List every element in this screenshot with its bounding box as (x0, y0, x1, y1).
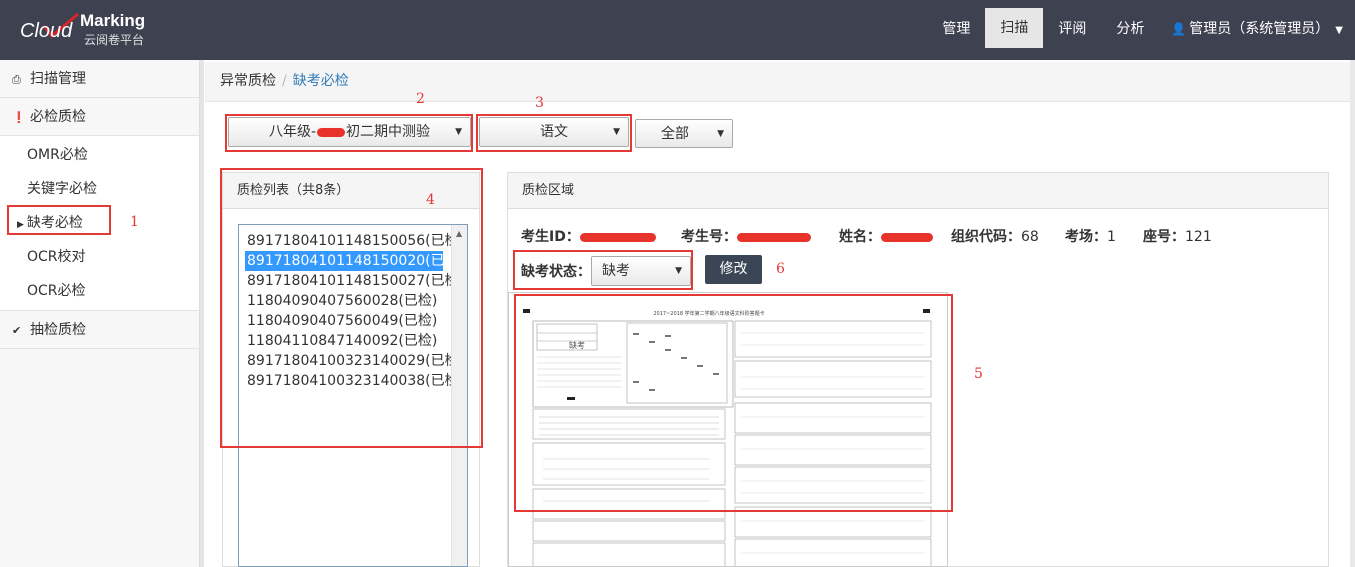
name-label: 姓名： (839, 229, 881, 245)
chevron-down-icon: ▼ (717, 129, 724, 139)
redaction-mark (579, 232, 656, 242)
annotation-3: 3 (535, 95, 544, 111)
room-field: 考场：1 (1065, 226, 1116, 246)
sidebar-item-keyword[interactable]: 关键字必检 (0, 172, 199, 206)
nav-item-scan[interactable]: 扫描 (985, 8, 1044, 48)
room-label: 考场： (1065, 229, 1107, 245)
nav-item-analysis[interactable]: 分析 (1101, 0, 1159, 60)
sidebar-group-label: 抽检质检 (30, 322, 86, 338)
room-value: 1 (1107, 229, 1116, 245)
sidebar-item-ocr-check[interactable]: OCR必检 (0, 274, 199, 308)
sidebar-group-label: 扫描管理 (30, 71, 86, 87)
scope-select[interactable]: 全部 ▼ (635, 119, 733, 148)
sidebar-divider (200, 60, 204, 567)
sidebar-group-scan-manage[interactable]: ⎙ 扫描管理 (0, 60, 199, 98)
top-navbar: Cloud Marking 云阅卷平台 管理 扫描 评阅 分析 👤 管理员（系统管… (0, 0, 1355, 60)
name-field: 姓名： (839, 226, 933, 246)
org-code-value: 68 (1021, 229, 1039, 245)
user-menu[interactable]: 👤 管理员（系统管理员） ▼ (1159, 0, 1355, 60)
sidebar-group-label: 必检质检 (30, 109, 86, 125)
modify-button[interactable]: 修改 (705, 255, 762, 284)
logo-word-marking: Marking (80, 11, 146, 30)
nav-item-manage[interactable]: 管理 (927, 0, 985, 60)
nav-item-review[interactable]: 评阅 (1043, 0, 1101, 60)
redaction-mark (737, 232, 811, 242)
sidebar-group-required-qc[interactable]: ❗ 必检质检 (0, 98, 199, 136)
main-nav: 管理 扫描 评阅 分析 👤 管理员（系统管理员） ▼ (927, 0, 1355, 60)
sidebar-group-sampling-qc[interactable]: ✔ 抽检质检 (0, 311, 199, 349)
student-no-label: 考生号： (681, 229, 737, 245)
scope-select-value: 全部 (661, 126, 689, 142)
highlight-box-3 (476, 114, 632, 152)
redaction-mark (881, 232, 933, 242)
annotation-1: 1 (130, 214, 139, 230)
student-id-label: 考生ID： (521, 229, 580, 245)
sidebar-item-omr[interactable]: OMR必检 (0, 138, 199, 172)
user-icon: 👤 (1171, 22, 1187, 36)
highlight-box-6 (513, 250, 693, 290)
highlight-box-1 (7, 205, 111, 235)
logo-subtitle: 云阅卷平台 (84, 33, 145, 47)
breadcrumb: 异常质检 / 缺考必检 (205, 62, 1350, 102)
annotation-4: 4 (426, 192, 435, 208)
user-name: 管理员（系统管理员） (1189, 21, 1330, 37)
seat-field: 座号：121 (1143, 226, 1212, 246)
annotation-5: 5 (974, 366, 983, 382)
annotation-2: 2 (416, 91, 425, 107)
sidebar: ⎙ 扫描管理 ❗ 必检质检 OMR必检 关键字必检 ▶ 缺考必检 OCR校对 OCR必… (0, 60, 200, 567)
seat-label: 座号： (1143, 229, 1185, 245)
annotation-6: 6 (776, 261, 785, 277)
seat-value: 121 (1185, 229, 1212, 245)
org-code-field: 组织代码：68 (951, 226, 1039, 246)
check-circle-icon: ✔ (12, 324, 22, 337)
qc-area-title: 质检区域 (508, 173, 1328, 209)
exclamation-circle-icon: ❗ (12, 111, 26, 124)
highlight-box-2 (225, 114, 473, 152)
highlight-box-4 (220, 168, 483, 448)
logo-word-cloud: Cloud (20, 20, 73, 42)
chevron-down-icon: ▼ (1335, 25, 1343, 36)
org-code-label: 组织代码： (951, 229, 1021, 245)
app-logo[interactable]: Cloud Marking 云阅卷平台 (18, 8, 168, 52)
student-no-field: 考生号： (681, 226, 811, 246)
sidebar-item-ocr-proof[interactable]: OCR校对 (0, 240, 199, 274)
student-id-field: 考生ID： (521, 226, 656, 246)
breadcrumb-separator: / (282, 73, 287, 89)
page-scrollbar[interactable] (1350, 60, 1355, 567)
highlight-box-5 (514, 294, 953, 512)
breadcrumb-current: 缺考必检 (292, 73, 349, 89)
printer-icon: ⎙ (12, 73, 21, 86)
breadcrumb-parent[interactable]: 异常质检 (220, 73, 276, 89)
